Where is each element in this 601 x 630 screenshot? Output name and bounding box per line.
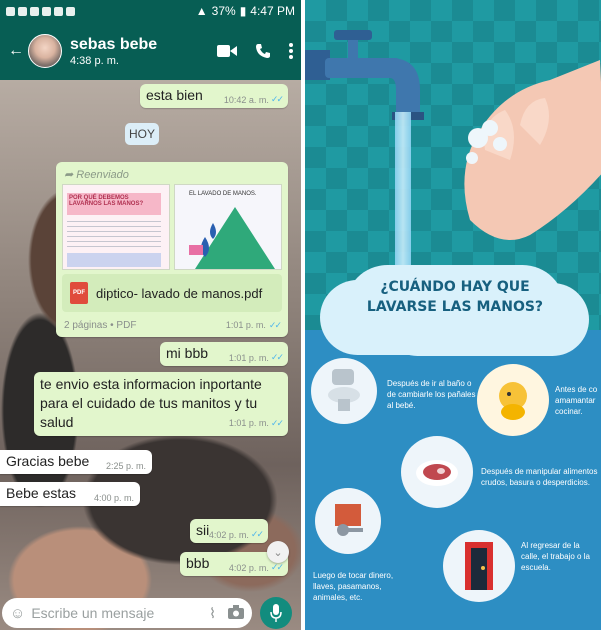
message-time: 4:02 p. m. bbox=[228, 562, 269, 573]
page-1-title: POR QUÉ DEBEMOS LAVARNOS LAS MANOS? bbox=[67, 193, 161, 215]
water-stream bbox=[395, 112, 411, 272]
document-name: diptico- lavado de manos.pdf bbox=[96, 285, 263, 301]
message-outgoing[interactable]: sii 4:02 p. m. ✓✓ bbox=[190, 519, 268, 543]
scroll-down-button[interactable]: ⌄ bbox=[267, 541, 289, 563]
signal-icon: ▲ bbox=[195, 4, 208, 18]
message-time: 1:01 p. m. bbox=[228, 418, 269, 428]
faucet-illustration bbox=[305, 30, 424, 120]
message-text: sii bbox=[196, 522, 210, 538]
status-bar: ▲ 37% ▮ 4:47 PM bbox=[0, 0, 301, 22]
toilet-caption: Después de ir al baño o de cambiarle los… bbox=[387, 379, 476, 410]
message-time: 2:25 p. m. bbox=[105, 461, 146, 471]
message-placeholder: Escribe un mensaje bbox=[31, 605, 155, 621]
avatar[interactable] bbox=[28, 34, 62, 68]
whatsapp-chat: ▲ 37% ▮ 4:47 PM ← sebas bebe 4:38 p. m. … bbox=[0, 0, 301, 630]
message-incoming[interactable]: Gracias bebe 2:25 p. m. bbox=[0, 450, 152, 474]
back-arrow-icon[interactable]: ← bbox=[8, 42, 24, 60]
emoji-icon[interactable]: ☺ bbox=[10, 605, 25, 622]
baby-bottle-icon bbox=[477, 364, 549, 436]
message-text: Gracias bebe bbox=[6, 453, 90, 469]
hands-illustration bbox=[464, 60, 601, 241]
keys-money-icon bbox=[315, 488, 381, 554]
more-vert-icon[interactable] bbox=[289, 43, 293, 59]
message-time: 10:42 a. m. bbox=[223, 94, 269, 105]
screenshot: ▲ 37% ▮ 4:47 PM ← sebas bebe 4:38 p. m. … bbox=[0, 0, 601, 630]
toilet-icon bbox=[311, 358, 377, 424]
document-preview[interactable]: POR QUÉ DEBEMOS LAVARNOS LAS MANOS? EL L… bbox=[62, 184, 282, 270]
message-text: bbb bbox=[186, 555, 210, 571]
message-text: esta bien bbox=[146, 87, 203, 103]
mic-icon bbox=[270, 604, 282, 622]
message-composer: ☺ Escribe un mensaje ⌇ bbox=[0, 596, 301, 630]
raw-meat-icon bbox=[401, 436, 473, 508]
clock: 4:47 PM bbox=[250, 4, 295, 18]
contact-info[interactable]: sebas bebe 4:38 p. m. bbox=[70, 35, 157, 68]
document-page-2: EL LAVADO DE MANOS. bbox=[174, 184, 282, 270]
chevrons-down-icon: ⌄ bbox=[273, 546, 283, 559]
date-chip: HOY bbox=[125, 123, 159, 145]
message-input[interactable]: ☺ Escribe un mensaje ⌇ bbox=[2, 598, 252, 628]
battery-icon: ▮ bbox=[239, 4, 247, 18]
chat-header[interactable]: ← sebas bebe 4:38 p. m. bbox=[0, 22, 301, 80]
message-time: 4:00 p. m. bbox=[93, 493, 134, 503]
door-icon bbox=[443, 530, 515, 602]
message-outgoing[interactable]: mi bbb 1:01 p. m. ✓✓ bbox=[160, 342, 288, 366]
double-check-icon: ✓✓ bbox=[270, 562, 284, 572]
message-time: 4:02 p. m. bbox=[208, 529, 249, 540]
pdf-icon: PDF bbox=[70, 282, 88, 304]
message-time: 1:01 p. m. bbox=[225, 320, 266, 330]
forwarded-label: ➦ Reenviado bbox=[64, 169, 129, 181]
door-caption: Al regresar de la calle, el trabajo o la… bbox=[521, 541, 590, 572]
message-outgoing[interactable]: esta bien 10:42 a. m. ✓✓ bbox=[140, 84, 288, 108]
forwarded-document-message[interactable]: ➦ Reenviado POR QUÉ DEBEMOS LAVARNOS LAS… bbox=[56, 162, 288, 337]
last-seen: 4:38 p. m. bbox=[70, 54, 119, 67]
food-caption: Después de manipular alimentos crudos, b… bbox=[481, 467, 598, 487]
message-text: mi bbb bbox=[166, 345, 209, 361]
money-caption: Luego de tocar dinero, llaves, pasamanos… bbox=[313, 571, 394, 602]
cooking-caption: Antes de co amamantar cocinar. bbox=[555, 385, 598, 416]
message-outgoing[interactable]: te envio esta informacion inportante par… bbox=[34, 372, 288, 436]
double-check-icon: ✓✓ bbox=[268, 320, 282, 330]
mic-button[interactable] bbox=[260, 597, 292, 629]
document-file[interactable]: PDF diptico- lavado de manos.pdf bbox=[62, 274, 282, 312]
message-incoming[interactable]: Bebe estas 4:00 p. m. bbox=[0, 482, 140, 506]
battery-level: 37% bbox=[211, 4, 236, 18]
contact-name: sebas bebe bbox=[70, 35, 158, 53]
handwashing-poster: ¿CUÁNDO HAY QUE LAVARSE LAS MANOS? Despu… bbox=[305, 0, 601, 630]
double-check-icon: ✓✓ bbox=[270, 418, 284, 428]
double-check-icon: ✓✓ bbox=[270, 352, 284, 362]
double-check-icon: ✓✓ bbox=[250, 529, 264, 539]
document-page-1: POR QUÉ DEBEMOS LAVARNOS LAS MANOS? bbox=[62, 184, 170, 270]
double-check-icon: ✓✓ bbox=[270, 94, 284, 104]
video-call-icon[interactable] bbox=[217, 44, 237, 58]
forward-icon: ➦ bbox=[64, 169, 77, 181]
attach-icon[interactable]: ⌇ bbox=[209, 605, 216, 622]
message-time: 1:01 p. m. bbox=[228, 352, 269, 363]
phone-icon[interactable] bbox=[255, 43, 271, 59]
notification-icons bbox=[6, 6, 75, 16]
poster-headline: ¿CUÁNDO HAY QUE LAVARSE LAS MANOS? bbox=[366, 279, 544, 315]
message-text: Bebe estas bbox=[6, 485, 77, 501]
document-meta: 2 páginas • PDF bbox=[64, 320, 137, 331]
camera-icon[interactable] bbox=[228, 604, 244, 619]
